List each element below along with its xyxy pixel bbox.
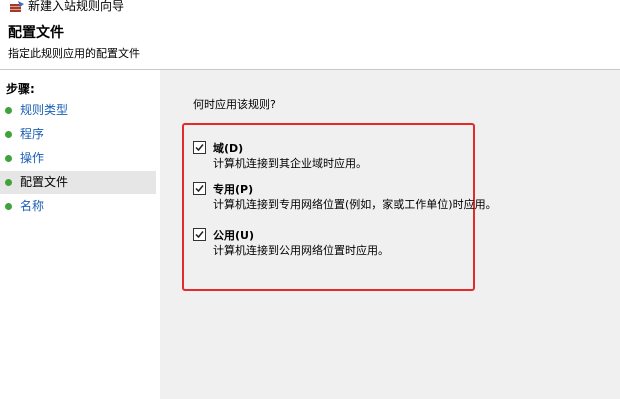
main-panel: 何时应用该规则? 域(D) 计算机连接到其企业域时应用。 专用(P) 计算机连接… [160, 70, 620, 399]
step-label: 程序 [20, 127, 45, 141]
domain-label[interactable]: 域(D) [213, 140, 243, 156]
firewall-app-icon [9, 0, 25, 13]
steps-label: 步骤: [6, 82, 35, 96]
page-subtitle: 指定此规则应用的配置文件 [8, 47, 140, 60]
domain-checkbox[interactable] [193, 141, 206, 154]
window-title: 新建入站规则向导 [28, 0, 125, 13]
step-label: 名称 [20, 199, 45, 213]
step-name[interactable]: 名称 [0, 195, 156, 218]
step-label: 规则类型 [20, 103, 69, 117]
private-label[interactable]: 专用(P) [213, 181, 253, 197]
public-checkbox[interactable] [193, 228, 206, 241]
domain-description: 计算机连接到其企业域时应用。 [213, 157, 367, 170]
public-label[interactable]: 公用(U) [213, 227, 254, 243]
step-bullet-icon [5, 155, 12, 162]
steps-sidebar: 步骤: 规则类型 程序 操作 配置文件 名称 [0, 70, 160, 399]
public-description: 计算机连接到公用网络位置时应用。 [213, 244, 389, 257]
private-description: 计算机连接到专用网络位置(例如，家或工作单位)时应用。 [213, 198, 497, 211]
step-program[interactable]: 程序 [0, 123, 156, 146]
wizard-header: 配置文件 指定此规则应用的配置文件 [0, 20, 620, 70]
step-bullet-icon [5, 179, 12, 186]
checkmark-icon [195, 231, 204, 239]
step-action[interactable]: 操作 [0, 147, 156, 170]
step-bullet-icon [5, 203, 12, 210]
title-bar: 新建入站规则向导 [0, 0, 620, 20]
step-bullet-icon [5, 107, 12, 114]
checkmark-icon [195, 144, 204, 152]
private-checkbox[interactable] [193, 182, 206, 195]
question-label: 何时应用该规则? [193, 98, 276, 111]
page-title: 配置文件 [8, 25, 64, 41]
step-bullet-icon [5, 131, 12, 138]
step-label: 操作 [20, 151, 45, 165]
step-label: 配置文件 [20, 175, 69, 189]
checkmark-icon [195, 185, 204, 193]
step-rule-type[interactable]: 规则类型 [0, 99, 156, 122]
step-profile[interactable]: 配置文件 [0, 171, 156, 194]
